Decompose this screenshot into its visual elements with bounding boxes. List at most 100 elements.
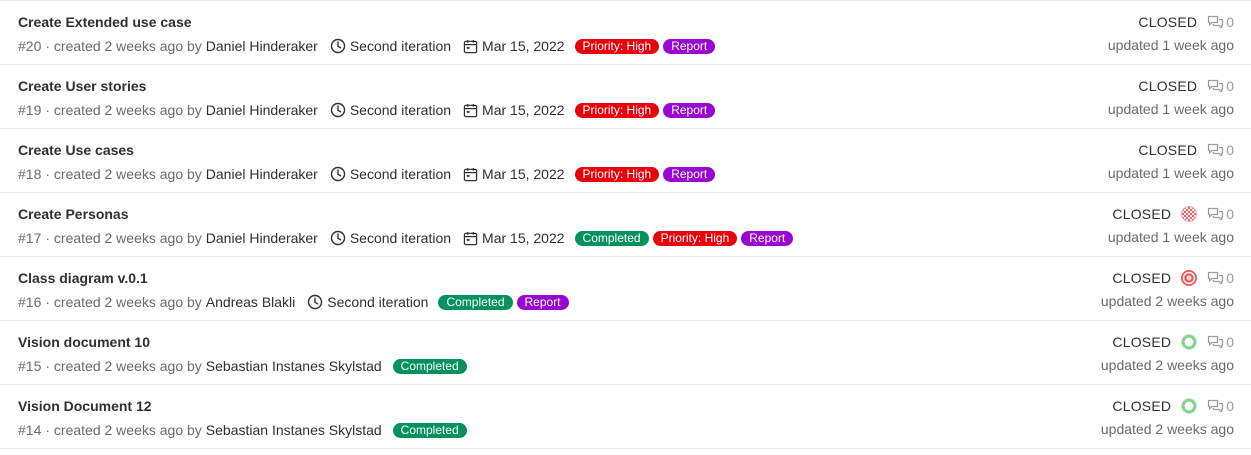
label-priority-high[interactable]: Priority: High [574,166,660,182]
comments-icon [1208,399,1224,412]
issue-milestone-label: Second iteration [349,166,452,182]
issue-meta: #20 · created 2 weeks ago by Daniel Hind… [18,37,719,55]
issue-status: CLOSED [1138,142,1198,158]
comments-icon [1208,207,1224,220]
issue-reference: #19 [18,102,42,118]
issue-reference: #14 [18,422,42,438]
issue-reference: #18 [18,166,42,182]
issue-status: CLOSED [1112,334,1172,350]
label-completed[interactable]: Completed [392,422,467,438]
issue-title-link[interactable]: Create Personas [18,206,129,222]
issue-due-date: Mar 15, 2022 [463,230,565,246]
label-priority-high[interactable]: Priority: High [652,230,738,246]
issue-author-link[interactable]: Sebastian Instanes Skylstad [206,358,382,374]
issue-row: Create User stories #19 · created 2 week… [0,65,1251,129]
issue-status-area: CLOSED 0 [1112,334,1234,350]
issue-author-link[interactable]: Sebastian Instanes Skylstad [206,422,382,438]
issue-comments[interactable]: 0 [1207,14,1234,30]
issue-updated: updated 2 weeks ago [1100,421,1234,437]
label-completed[interactable]: Completed [392,358,467,374]
issue-title-link[interactable]: Create Use cases [18,142,134,158]
label-completed[interactable]: Completed [574,230,649,246]
issue-milestone-label: Second iteration [349,102,452,118]
issue-author-link[interactable]: Daniel Hinderaker [206,102,318,118]
label-completed[interactable]: Completed [438,294,513,310]
issue-status-area: CLOSED 0 [1112,270,1234,286]
issue-author-link[interactable]: Andreas Blakli [206,294,296,310]
issue-comments-count: 0 [1226,142,1234,158]
issue-created-text: · created 2 weeks ago by [45,102,202,118]
issue-title-link[interactable]: Class diagram v.0.1 [18,270,148,286]
issue-milestone[interactable]: Second iteration [330,102,451,118]
issue-labels: Priority: High Report [574,102,720,118]
label-priority-high[interactable]: Priority: High [574,38,660,54]
label-report[interactable]: Report [516,294,569,310]
issue-milestone[interactable]: Second iteration [330,38,451,54]
assignee-avatar[interactable] [1181,206,1198,222]
issue-author-link[interactable]: Daniel Hinderaker [206,230,318,246]
issue-status: CLOSED [1138,14,1198,30]
clock-icon [330,230,346,246]
issue-row: Class diagram v.0.1 #16 · created 2 week… [0,257,1251,321]
issue-comments[interactable]: 0 [1207,270,1234,286]
label-report[interactable]: Report [663,38,716,54]
issue-milestone[interactable]: Second iteration [307,294,428,310]
assignee-avatar[interactable] [1181,270,1198,286]
issues-list: Create Extended use case #20 · created 2… [0,0,1251,449]
issue-created-text: · created 2 weeks ago by [45,230,202,246]
calendar-icon [463,103,478,117]
issue-title-link[interactable]: Create Extended use case [18,14,192,30]
issue-meta: #14 · created 2 weeks ago by Sebastian I… [18,421,471,439]
issue-author-link[interactable]: Daniel Hinderaker [206,38,318,54]
issue-milestone[interactable]: Second iteration [330,230,451,246]
issue-due-date: Mar 15, 2022 [463,102,565,118]
issue-labels: Completed Priority: High Report [574,230,798,246]
issue-reference: #15 [18,358,42,374]
issue-milestone[interactable]: Second iteration [330,166,451,182]
issue-milestone-label: Second iteration [349,38,452,54]
issue-status-area: CLOSED 0 [1138,14,1234,30]
issue-title-link[interactable]: Create User stories [18,78,146,94]
comments-icon [1208,79,1224,92]
label-report[interactable]: Report [663,166,716,182]
assignee-avatar[interactable] [1181,334,1198,350]
issue-comments[interactable]: 0 [1207,206,1234,222]
issue-meta: #17 · created 2 weeks ago by Daniel Hind… [18,229,797,247]
issue-comments[interactable]: 0 [1207,78,1234,94]
label-report[interactable]: Report [663,102,716,118]
calendar-icon [463,39,478,53]
issue-due-date-label: Mar 15, 2022 [482,102,565,118]
label-priority-high[interactable]: Priority: High [574,102,660,118]
issue-status-area: CLOSED 0 [1112,398,1234,414]
issue-labels: Completed [392,422,471,438]
issue-due-date: Mar 15, 2022 [463,38,565,54]
issue-reference: #20 [18,38,42,54]
issue-comments-count: 0 [1226,270,1234,286]
issue-labels: Completed Report [438,294,572,310]
issue-title-link[interactable]: Vision Document 12 [18,398,152,414]
issue-row: Create Personas #17 · created 2 weeks ag… [0,193,1251,257]
calendar-icon [463,167,478,181]
assignee-avatar[interactable] [1181,398,1198,414]
issue-comments[interactable]: 0 [1207,142,1234,158]
issue-comments[interactable]: 0 [1207,334,1234,350]
issue-status: CLOSED [1112,270,1172,286]
issue-created-text: · created 2 weeks ago by [45,38,202,54]
comments-icon [1208,15,1224,28]
issue-comments[interactable]: 0 [1207,398,1234,414]
calendar-icon [463,231,478,245]
issue-updated: updated 2 weeks ago [1100,357,1234,373]
comments-icon [1208,271,1224,284]
issue-labels: Priority: High Report [574,166,720,182]
comments-icon [1208,335,1224,348]
issue-comments-count: 0 [1226,78,1234,94]
issue-title-link[interactable]: Vision document 10 [18,334,150,350]
issue-created-text: · created 2 weeks ago by [45,358,202,374]
issue-author-link[interactable]: Daniel Hinderaker [206,166,318,182]
issue-status-area: CLOSED 0 [1138,78,1234,94]
issue-created-text: · created 2 weeks ago by [45,166,202,182]
issue-comments-count: 0 [1226,14,1234,30]
issue-updated: updated 1 week ago [1107,101,1234,117]
issue-labels: Priority: High Report [574,38,720,54]
label-report[interactable]: Report [741,230,794,246]
